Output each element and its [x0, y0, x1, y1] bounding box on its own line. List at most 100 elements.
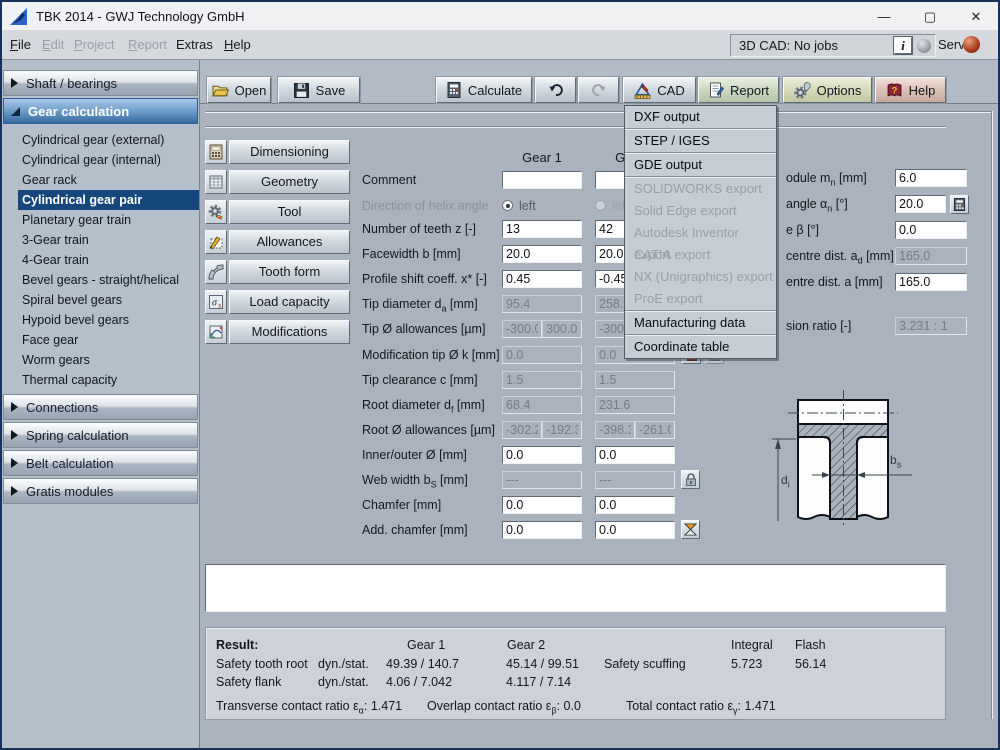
field-label: Root Ø allowances [µm] [362, 423, 495, 437]
menu-file[interactable]: File [10, 37, 31, 52]
module-input[interactable] [895, 169, 967, 187]
sidebar-item-gear-rack[interactable]: Gear rack [2, 170, 199, 190]
facewidth-gear1-input[interactable] [502, 245, 582, 263]
angle-calc-button[interactable] [950, 195, 969, 214]
form-row-ref-centre-distance: centre dist. ad [mm] [786, 247, 1000, 266]
sidebar: Shaft / bearings Gear calculation Cylind… [2, 60, 200, 750]
geometry-button[interactable]: Geometry [205, 170, 350, 194]
close-button[interactable]: ✕ [956, 2, 996, 31]
tool-gear-icon [205, 200, 227, 224]
comment-gear1-input[interactable] [502, 171, 582, 189]
info-icon[interactable]: i [894, 37, 912, 54]
chamfer-gear2-input[interactable] [595, 496, 675, 514]
sidebar-item-worm-gears[interactable]: Worm gears [2, 350, 199, 370]
tool-button[interactable]: Tool [205, 200, 350, 224]
inner-outer-gear1-input[interactable] [502, 446, 582, 464]
expanded-arrow-icon [11, 107, 20, 116]
form-row-centre-distance: entre dist. a [mm] [786, 273, 1000, 292]
pressure-angle-input[interactable] [895, 195, 946, 213]
sidebar-section-gratis-modules[interactable]: Gratis modules [3, 478, 198, 504]
sidebar-item-hypoid-bevel-gears[interactable]: Hypoid bevel gears [2, 310, 199, 330]
result-header-gear2: Gear 2 [507, 638, 545, 652]
tooth-form-button[interactable]: Tooth form [205, 260, 350, 284]
menu-extras[interactable]: Extras [176, 37, 213, 52]
cad-jobs-status-icon [917, 39, 931, 53]
add-chamfer-detail-button[interactable] [681, 520, 700, 539]
sidebar-item-spiral-bevel-gears[interactable]: Spiral bevel gears [2, 290, 199, 310]
app-window: TBK 2014 - GWJ Technology GmbH — ▢ ✕ Fil… [0, 0, 1000, 750]
sidebar-item-4-gear-train[interactable]: 4-Gear train [2, 250, 199, 270]
minimize-button[interactable]: — [864, 2, 904, 31]
calculator-icon [446, 82, 462, 98]
open-folder-icon [212, 82, 229, 99]
tip-clearance-gear1-input [502, 371, 582, 389]
options-button[interactable]: Options [783, 77, 872, 103]
modification-tip-gear1-input [502, 346, 582, 364]
sidebar-section-connections[interactable]: Connections [3, 394, 198, 420]
sidebar-item-cylindrical-gear-external[interactable]: Cylindrical gear (external) [2, 130, 199, 150]
centre-distance-input[interactable] [895, 273, 967, 291]
result-row-mode: dyn./stat. [318, 657, 369, 671]
root-allowance-gear2a-input [595, 421, 635, 439]
menu-item-dxf-output[interactable]: DXF output [625, 106, 776, 128]
help-button[interactable]: ? Help [875, 77, 946, 103]
inner-outer-gear2-input[interactable] [595, 446, 675, 464]
open-button[interactable]: Open [207, 77, 271, 103]
menu-item-coordinate-table[interactable]: Coordinate table [625, 336, 776, 358]
add-chamfer-gear1-input[interactable] [502, 521, 582, 539]
geometry-icon [205, 170, 227, 194]
calculate-button[interactable]: Calculate [436, 77, 532, 103]
helix-angle-input[interactable] [895, 221, 967, 239]
sidebar-item-planetary-gear-train[interactable]: Planetary gear train [2, 210, 199, 230]
save-button[interactable]: Save [278, 77, 360, 103]
chamfer-triangles-icon [683, 522, 698, 537]
undo-arrow-icon [548, 82, 564, 98]
sidebar-item-cylindrical-gear-pair[interactable]: Cylindrical gear pair [18, 190, 199, 210]
result-value-gear1: 49.39 / 140.7 [386, 657, 459, 671]
message-box[interactable] [205, 564, 946, 612]
report-button[interactable]: Report [698, 77, 779, 103]
add-chamfer-gear2-input[interactable] [595, 521, 675, 539]
teeth-gear1-input[interactable] [502, 220, 582, 238]
sidebar-item-3-gear-train[interactable]: 3-Gear train [2, 230, 199, 250]
root-diameter-gear2-input [595, 396, 675, 414]
chamfer-gear1-input[interactable] [502, 496, 582, 514]
sidebar-item-cylindrical-gear-internal[interactable]: Cylindrical gear (internal) [2, 150, 199, 170]
menu-item-manufacturing-data[interactable]: Manufacturing data [625, 312, 776, 334]
load-capacity-button[interactable]: σx Load capacity [205, 290, 350, 314]
menu-help[interactable]: Help [224, 37, 251, 52]
field-label: centre dist. ad [mm] [786, 249, 894, 263]
sidebar-item-face-gear[interactable]: Face gear [2, 330, 199, 350]
ref-centre-distance-input [895, 247, 967, 265]
sidebar-section-spring-calculation[interactable]: Spring calculation [3, 422, 198, 448]
tip-allowance-gear1a-input [502, 320, 542, 338]
profile-shift-gear1-input[interactable] [502, 270, 582, 288]
web-width-label: bs [890, 453, 901, 467]
modifications-button[interactable]: Modifications [205, 320, 350, 344]
menu-item-gde-output[interactable]: GDE output [625, 154, 776, 176]
helix-left-radio-gear1[interactable] [502, 200, 513, 211]
maximize-button[interactable]: ▢ [910, 2, 950, 31]
load-capacity-sigma-icon: σx [205, 290, 227, 314]
result-scuffing-label: Safety scuffing [604, 657, 686, 671]
gear-wrench-icon [794, 82, 811, 99]
sidebar-item-thermal-capacity[interactable]: Thermal capacity [2, 370, 199, 390]
cad-button[interactable]: CAD [623, 77, 696, 103]
sidebar-section-gear-calculation[interactable]: Gear calculation [3, 98, 198, 124]
server-status-icon [963, 36, 980, 53]
web-width-lock-button[interactable] [681, 470, 700, 489]
field-label: Direction of helix angle [362, 199, 488, 213]
allowances-button[interactable]: Allowances [205, 230, 350, 254]
field-label: Tip diameter da [mm] [362, 297, 478, 311]
gear1-header: Gear 1 [502, 150, 582, 165]
undo-button[interactable] [535, 77, 576, 103]
form-row-transmission-ratio: sion ratio [-] [786, 317, 1000, 336]
svg-text:?: ? [891, 85, 897, 96]
separator-line [205, 111, 993, 113]
save-floppy-icon [293, 82, 310, 99]
menu-item-step-iges[interactable]: STEP / IGES [625, 130, 776, 152]
sidebar-item-bevel-gears[interactable]: Bevel gears - straight/helical [2, 270, 199, 290]
dimensioning-button[interactable]: Dimensioning [205, 140, 350, 164]
sidebar-section-belt-calculation[interactable]: Belt calculation [3, 450, 198, 476]
sidebar-section-shaft-bearings[interactable]: Shaft / bearings [3, 70, 198, 96]
